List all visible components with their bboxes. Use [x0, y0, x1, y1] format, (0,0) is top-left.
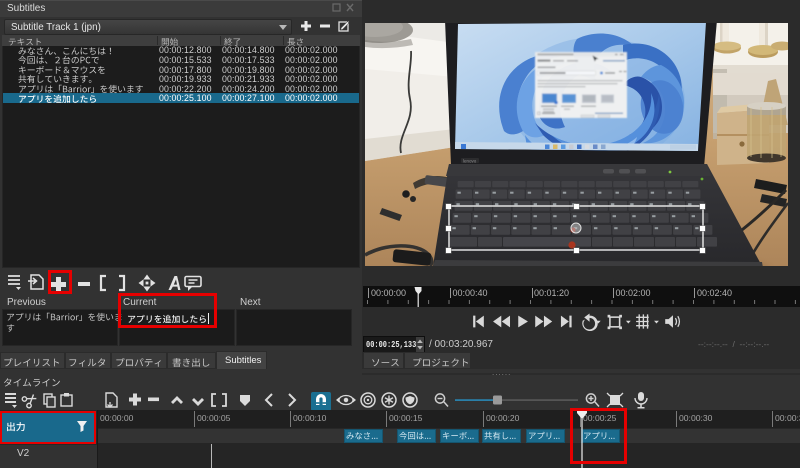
svg-text:lenovo: lenovo	[463, 159, 477, 164]
